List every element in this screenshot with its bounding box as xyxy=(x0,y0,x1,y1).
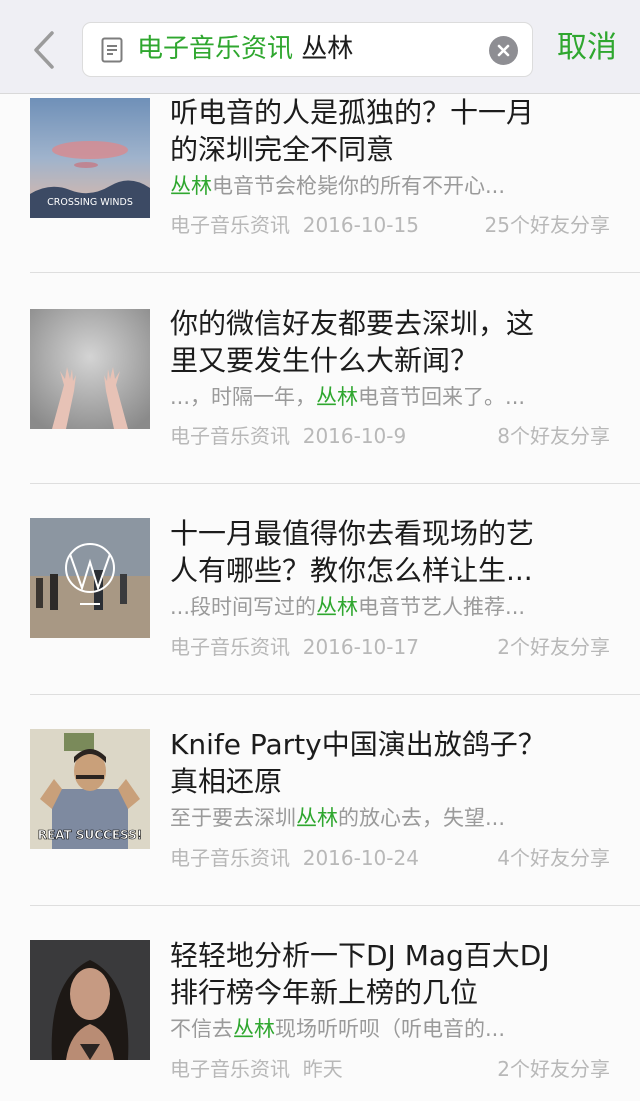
snippet-text: ...段时间写过的 xyxy=(170,595,317,619)
article-snippet: 丛林电音节会枪毙你的所有不开心... xyxy=(170,170,610,202)
thumbnail-meme-image: REAT SUCCESS! xyxy=(30,729,150,849)
thumbnail-cloud-image: CROSSING WINDS xyxy=(30,98,150,218)
result-item[interactable]: 你的微信好友都要去深圳，这 里又要发生什么大新闻？ ...，时隔一年，丛林电音节… xyxy=(0,273,640,484)
article-title-line: 真相还原 xyxy=(170,765,283,798)
article-title-line: 的深圳完全不同意 xyxy=(170,133,395,166)
friend-share-count: 2个好友分享 xyxy=(497,635,610,659)
thumbnail-beach-image xyxy=(30,518,150,638)
snippet-highlight: 丛林 xyxy=(233,1017,275,1041)
snippet-highlight: 丛林 xyxy=(316,595,359,619)
snippet-text: 电音节会枪毙你的所有不开心... xyxy=(212,174,506,198)
chevron-left-icon xyxy=(34,31,54,69)
snippet-text: ...，时隔一年， xyxy=(170,385,317,409)
article-title: 轻轻地分析一下DJ Mag百大DJ 排行榜今年新上榜的几位 xyxy=(170,937,610,1011)
article-source: 电子音乐资讯 xyxy=(170,1057,290,1081)
article-source: 电子音乐资讯 xyxy=(170,424,290,448)
article-title-line: 人有哪些？教你怎么样让生... xyxy=(170,554,533,587)
snippet-text: 电音节艺人推荐... xyxy=(358,595,526,619)
article-title: 十一月最值得你去看现场的艺 人有哪些？教你怎么样让生... xyxy=(170,515,610,589)
article-title: 你的微信好友都要去深圳，这 里又要发生什么大新闻？ xyxy=(170,305,610,379)
article-title-line: 十一月最值得你去看现场的艺 xyxy=(170,517,535,550)
article-title: 听电音的人是孤独的？十一月 的深圳完全不同意 xyxy=(170,94,610,168)
article-title-line: Knife Party中国演出放鸽子？ xyxy=(170,728,546,761)
snippet-text: 的放心去，失望... xyxy=(338,806,506,830)
search-input[interactable]: 电子音乐资讯 丛林 xyxy=(82,22,533,77)
snippet-text: 不信去 xyxy=(170,1017,233,1041)
thumbnail-caption: CROSSING WINDS xyxy=(47,197,133,208)
thumbnail-hands-image xyxy=(30,309,150,429)
friend-share-count: 4个好友分享 xyxy=(497,846,610,870)
friend-share-count: 25个好友分享 xyxy=(484,213,610,237)
article-date: 2016-10-9 xyxy=(302,424,407,448)
friend-share-count: 2个好友分享 xyxy=(497,1057,610,1081)
clear-search-button[interactable] xyxy=(489,36,518,65)
cancel-button[interactable]: 取消 xyxy=(557,26,617,70)
search-query-text: 电子音乐资讯 丛林 xyxy=(137,22,353,77)
article-snippet: 至于要去深圳丛林的放心去，失望... xyxy=(170,802,610,834)
snippet-highlight: 丛林 xyxy=(316,385,359,409)
article-snippet: ...段时间写过的丛林电音节艺人推荐... xyxy=(170,591,610,623)
snippet-highlight: 丛林 xyxy=(170,174,212,198)
article-date: 2016-10-17 xyxy=(302,635,419,659)
snippet-text: 电音节回来了。... xyxy=(358,385,526,409)
result-item[interactable]: REAT SUCCESS! Knife Party中国演出放鸽子？ 真相还原 至… xyxy=(0,695,640,906)
article-snippet: 不信去丛林现场听听呗（听电音的... xyxy=(170,1013,610,1045)
document-icon xyxy=(101,37,123,62)
snippet-text: 现场听听呗（听电音的... xyxy=(275,1017,506,1041)
thumbnail-portrait-image xyxy=(30,940,150,1060)
article-title-line: 你的微信好友都要去深圳，这 xyxy=(170,307,535,340)
article-snippet: ...，时隔一年，丛林电音节回来了。... xyxy=(170,381,610,413)
search-account-keyword: 电子音乐资讯 xyxy=(137,34,294,64)
article-title-line: 听电音的人是孤独的？十一月 xyxy=(170,96,535,129)
article-thumbnail xyxy=(30,309,150,429)
article-meta: 电子音乐资讯 2016-10-24 4个好友分享 xyxy=(170,843,610,873)
search-header: 电子音乐资讯 丛林 取消 xyxy=(0,0,640,94)
article-thumbnail xyxy=(30,518,150,638)
article-source: 电子音乐资讯 xyxy=(170,846,290,870)
article-thumbnail xyxy=(30,940,150,1060)
thumbnail-caption: REAT SUCCESS! xyxy=(38,828,143,842)
back-button[interactable] xyxy=(24,26,64,74)
article-meta: 电子音乐资讯 2016-10-17 2个好友分享 xyxy=(170,632,610,662)
article-meta: 电子音乐资讯 2016-10-15 25个好友分享 xyxy=(170,210,610,240)
article-meta: 电子音乐资讯 昨天 2个好友分享 xyxy=(170,1054,610,1084)
result-item[interactable]: 十一月最值得你去看现场的艺 人有哪些？教你怎么样让生... ...段时间写过的丛… xyxy=(0,484,640,695)
article-date: 2016-10-24 xyxy=(302,846,419,870)
article-source: 电子音乐资讯 xyxy=(170,635,290,659)
article-thumbnail: REAT SUCCESS! xyxy=(30,729,150,849)
article-thumbnail: CROSSING WINDS xyxy=(30,98,150,218)
article-title-line: 轻轻地分析一下DJ Mag百大DJ xyxy=(170,939,550,972)
result-item[interactable]: 轻轻地分析一下DJ Mag百大DJ 排行榜今年新上榜的几位 不信去丛林现场听听呗… xyxy=(0,906,640,1101)
article-title-line: 里又要发生什么大新闻？ xyxy=(170,344,479,377)
close-icon xyxy=(497,44,510,57)
snippet-highlight: 丛林 xyxy=(296,806,338,830)
snippet-text: 至于要去深圳 xyxy=(170,806,296,830)
article-meta: 电子音乐资讯 2016-10-9 8个好友分享 xyxy=(170,421,610,451)
search-query: 丛林 xyxy=(301,34,354,64)
friend-share-count: 8个好友分享 xyxy=(497,424,610,448)
article-date: 2016-10-15 xyxy=(302,213,419,237)
article-date: 昨天 xyxy=(302,1057,343,1081)
article-source: 电子音乐资讯 xyxy=(170,213,290,237)
article-title: Knife Party中国演出放鸽子？ 真相还原 xyxy=(170,726,610,800)
article-title-line: 排行榜今年新上榜的几位 xyxy=(170,976,479,1009)
